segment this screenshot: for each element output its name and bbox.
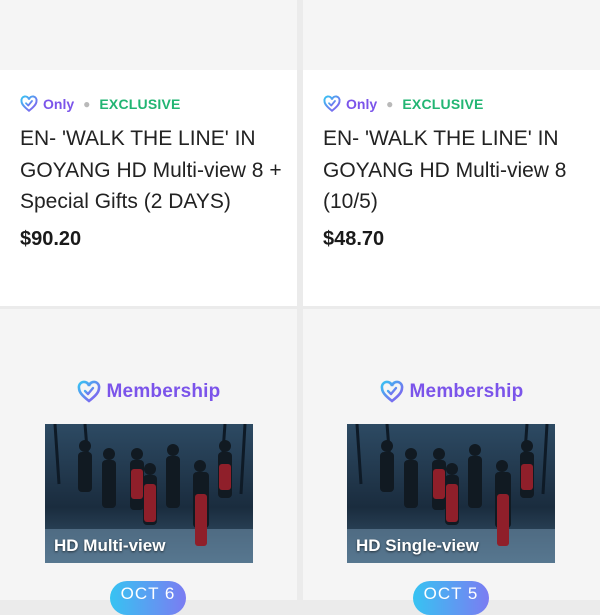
photo-caption: HD Multi-view (54, 536, 166, 555)
product-card[interactable]: Only ● EXCLUSIVE EN- 'WALK THE LINE' IN … (0, 0, 297, 306)
only-badge: Only (346, 96, 378, 112)
separator-dot: ● (386, 97, 394, 111)
exclusive-badge: EXCLUSIVE (99, 96, 181, 112)
heart-check-icon (20, 95, 38, 112)
separator-dot: ● (83, 97, 91, 111)
product-price: $90.20 (20, 227, 82, 250)
exclusive-badge: EXCLUSIVE (402, 96, 484, 112)
product-info: Only ● EXCLUSIVE EN- 'WALK THE LINE' IN … (323, 88, 586, 251)
product-card[interactable]: Only ● EXCLUSIVE EN- 'WALK THE LINE' IN … (303, 0, 600, 306)
membership-badge: Membership (0, 378, 297, 406)
membership-badge: Membership (303, 378, 600, 406)
membership-label: Membership (106, 381, 221, 402)
photo-caption: HD Single-view (356, 536, 479, 555)
heart-check-icon (323, 95, 341, 112)
heart-check-icon (77, 380, 100, 403)
badge-row: Only ● EXCLUSIVE (323, 88, 586, 120)
product-title[interactable]: EN- 'WALK THE LINE' IN GOYANG HD Multi-v… (323, 123, 586, 218)
product-thumbnail[interactable] (303, 0, 600, 70)
product-info: Only ● EXCLUSIVE EN- 'WALK THE LINE' IN … (20, 88, 283, 251)
product-photo[interactable]: HD Single-view (347, 424, 555, 563)
heart-check-icon (380, 380, 403, 403)
membership-label: Membership (409, 381, 524, 402)
badge-row: Only ● EXCLUSIVE (20, 88, 283, 120)
product-photo[interactable]: HD Multi-view (45, 424, 253, 563)
date-badge: OCT 5 (413, 581, 489, 615)
product-title[interactable]: EN- 'WALK THE LINE' IN GOYANG HD Multi-v… (20, 123, 283, 218)
date-badge: OCT 6 (110, 581, 186, 615)
product-thumbnail[interactable] (0, 0, 297, 70)
product-price: $48.70 (323, 227, 385, 250)
only-badge: Only (43, 96, 75, 112)
